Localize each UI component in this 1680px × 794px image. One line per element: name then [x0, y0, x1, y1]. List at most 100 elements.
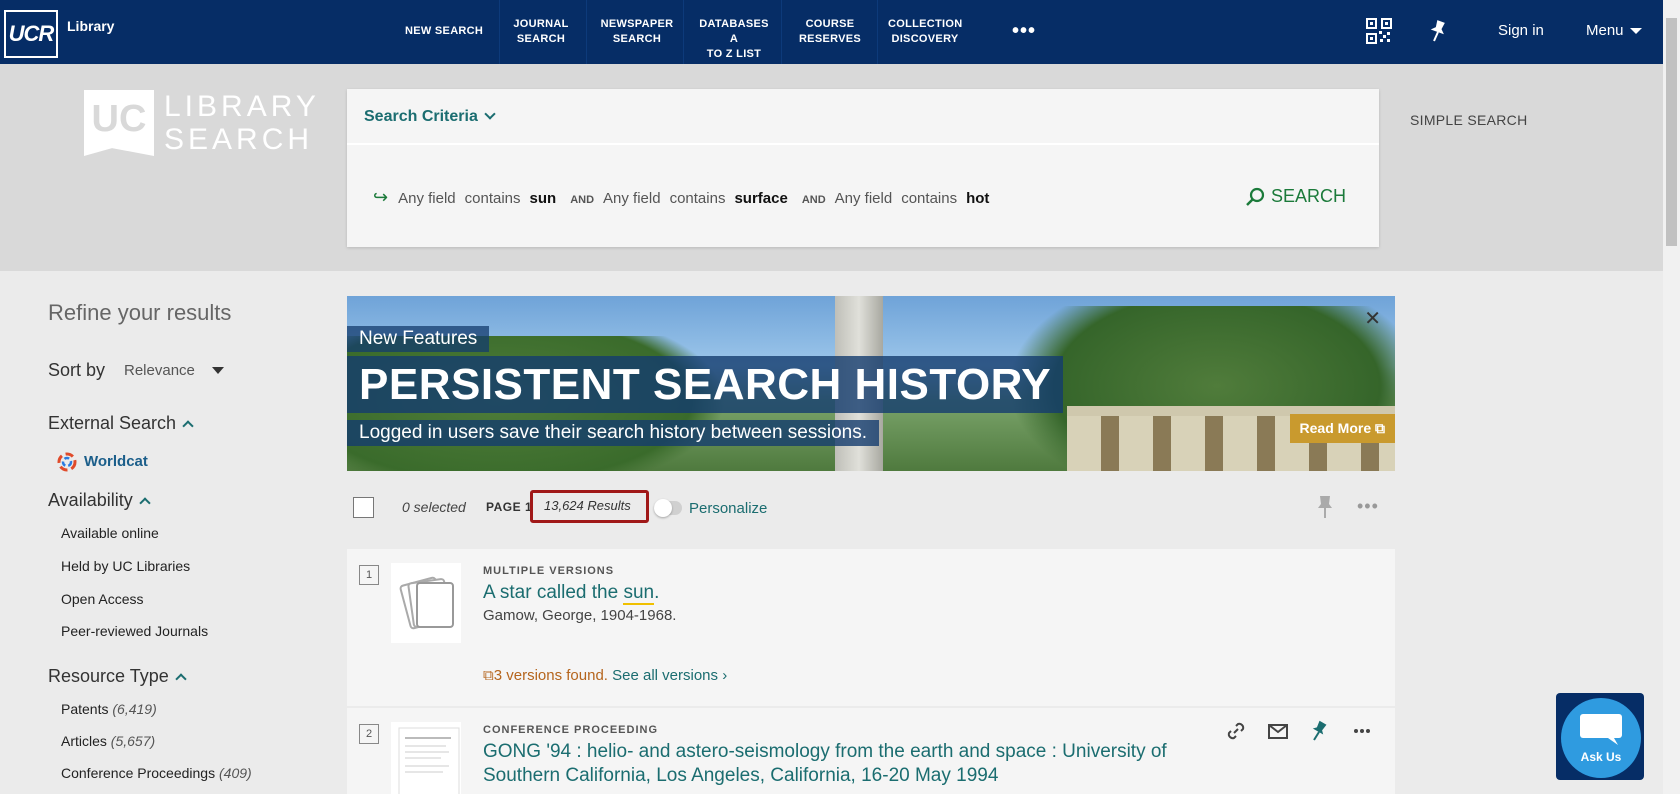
query-term: surface [734, 190, 788, 207]
results-count: 13,624 Results [544, 498, 631, 513]
nav-divider [586, 0, 587, 64]
qr-code-icon[interactable] [1366, 18, 1392, 44]
query-field: Any field [398, 190, 456, 207]
nav-label: DATABASES A [699, 18, 769, 45]
more-options-icon[interactable]: ••• [1357, 496, 1379, 517]
sign-in-link[interactable]: Sign in [1498, 22, 1544, 39]
worldcat-link[interactable]: Worldcat [84, 453, 148, 470]
query-term: sun [529, 190, 557, 207]
nav-journal-search[interactable]: JOURNAL SEARCH [512, 17, 570, 47]
nav-label: DISCOVERY [891, 33, 959, 45]
facet-item-count: (5,657) [110, 733, 156, 749]
read-more-label: Read More [1299, 420, 1372, 436]
nav-databases[interactable]: DATABASES A TO Z LIST [694, 17, 774, 62]
nav-label: JOURNAL [513, 18, 569, 30]
toggle-knob[interactable] [654, 499, 672, 517]
facet-availability[interactable]: Availability [48, 490, 151, 511]
external-link-icon: ⧉ [1375, 420, 1385, 436]
facet-item[interactable]: Patents (6,419) [61, 701, 157, 717]
close-icon[interactable]: ✕ [1364, 306, 1381, 331]
new-features-banner: New Features PERSISTENT SEARCH HISTORY L… [347, 296, 1395, 471]
query-operator: contains [669, 190, 726, 207]
uc-library-logo[interactable]: UC [84, 90, 154, 156]
query-boolean: AND [570, 194, 595, 206]
arrow-right-icon: ↪ [373, 187, 389, 207]
chevron-up-icon [182, 420, 194, 432]
more-options-icon[interactable] [1351, 720, 1373, 742]
ask-us-label: Ask Us [1580, 750, 1622, 764]
query-operator: contains [464, 190, 521, 207]
search-button[interactable]: SEARCH [1245, 186, 1346, 207]
nav-new-search[interactable]: NEW SEARCH [405, 24, 483, 39]
search-button-label: SEARCH [1271, 186, 1347, 206]
selected-count: 0 selected [402, 499, 466, 515]
result-title-text: Southern California, Los Angeles, Califo… [483, 765, 999, 786]
versions-count: 3 versions found. [493, 667, 608, 684]
banner-subtext: Logged in users save their search histor… [347, 420, 879, 446]
facet-item[interactable]: Articles (5,657) [61, 733, 155, 749]
facet-item[interactable]: Conference Proceedings (409) [61, 765, 252, 781]
versions-info[interactable]: ⧉3 versions found. See all versions › [483, 667, 727, 684]
query-summary[interactable]: ↪ Any field contains sun AND Any field c… [373, 187, 1003, 208]
nav-more-button[interactable]: ••• [1012, 20, 1036, 43]
facet-heading-label: Resource Type [48, 666, 169, 686]
nav-label: NEWSPAPER [600, 18, 674, 30]
link-icon[interactable] [1225, 720, 1247, 742]
see-all-versions-link[interactable]: See all versions [612, 667, 718, 684]
menu-button[interactable]: Menu [1586, 22, 1642, 39]
nav-newspaper-search[interactable]: NEWSPAPER SEARCH [598, 17, 676, 47]
caret-down-icon [1629, 28, 1642, 35]
top-nav-bar: UCR Library NEW SEARCH JOURNAL SEARCH NE… [0, 0, 1663, 64]
page-scrollbar[interactable] [1663, 0, 1680, 794]
nav-collection-discovery[interactable]: COLLECTION DISCOVERY [888, 17, 962, 47]
chevron-right-icon: › [722, 667, 728, 684]
email-icon[interactable] [1267, 720, 1289, 742]
result-title-link[interactable]: A star called the sun. [483, 581, 659, 605]
pin-icon[interactable] [1316, 495, 1334, 519]
facet-item-count: (6,419) [112, 701, 157, 717]
result-actions [1225, 720, 1395, 742]
ask-us-button[interactable]: Ask Us [1561, 698, 1641, 778]
multiple-versions-icon [391, 563, 461, 643]
versions-icon: ⧉ [483, 667, 494, 684]
result-card[interactable]: 2 CONFERENCE PROCEEDING GONG '94 : helio… [347, 708, 1395, 794]
banner-headline: PERSISTENT SEARCH HISTORY [347, 356, 1064, 413]
nav-course-reserves[interactable]: COURSE RESERVES [795, 17, 865, 47]
search-criteria-toggle[interactable]: Search Criteria [364, 108, 496, 126]
chevron-down-icon [484, 108, 496, 120]
facet-item[interactable]: Available online [61, 525, 159, 541]
query-field: Any field [834, 190, 893, 207]
simple-search-link[interactable]: SIMPLE SEARCH [1410, 112, 1528, 128]
pin-icon[interactable] [1428, 20, 1448, 42]
facet-resource-type[interactable]: Resource Type [48, 666, 187, 687]
chevron-up-icon [139, 497, 151, 509]
result-author: Gamow, George, 1904-1968. [483, 607, 677, 624]
facet-item[interactable]: Open Access [61, 591, 144, 607]
facet-external-search[interactable]: External Search [48, 413, 194, 434]
search-term-highlight: sun [623, 582, 655, 605]
facet-item-label: Patents [61, 701, 109, 717]
select-all-checkbox[interactable] [353, 497, 374, 518]
scrollbar-thumb[interactable] [1666, 18, 1677, 246]
facet-item[interactable]: Peer-reviewed Journals [61, 623, 208, 639]
read-more-button[interactable]: Read More ⧉ [1289, 414, 1395, 443]
query-boolean: AND [801, 194, 826, 206]
result-card[interactable]: 1 MULTIPLE VERSIONS A star called the su… [347, 549, 1395, 706]
nav-label: NEW SEARCH [405, 25, 484, 37]
refine-heading: Refine your results [48, 300, 232, 325]
sort-select[interactable]: Relevance [124, 362, 195, 379]
facet-item[interactable]: Held by UC Libraries [61, 558, 190, 574]
result-title-text: GONG '94 : helio- and astero-seismology … [483, 741, 1167, 762]
result-title-link[interactable]: GONG '94 : helio- and astero-seismology … [483, 740, 1167, 788]
library-logo-text[interactable]: Library [67, 18, 114, 34]
personalize-label[interactable]: Personalize [689, 500, 767, 517]
nav-divider [499, 0, 500, 64]
caret-down-icon[interactable] [212, 367, 224, 374]
ucr-logo[interactable]: UCR [4, 10, 58, 58]
chevron-up-icon [175, 673, 187, 685]
pin-icon[interactable] [1309, 720, 1331, 742]
search-icon [1246, 187, 1265, 206]
uc-library-search-title: LIBRARY SEARCH [164, 90, 320, 156]
facet-item-label: Articles [61, 733, 107, 749]
nav-label: RESERVES [798, 33, 862, 45]
